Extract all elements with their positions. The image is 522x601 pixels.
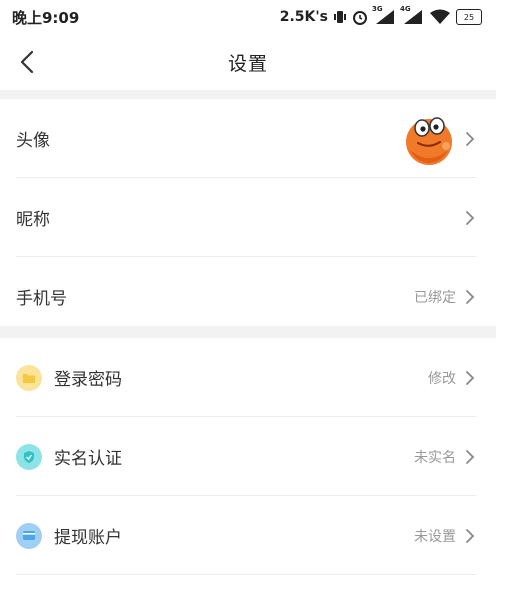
vibrate-icon xyxy=(334,11,346,23)
chevron-right-icon xyxy=(466,528,475,543)
chevron-right-icon xyxy=(466,210,475,225)
profile-section: 头像 昵称 手机号 已绑定 xyxy=(0,99,496,336)
nickname-row[interactable]: 昵称 xyxy=(0,178,496,257)
chevron-right-icon xyxy=(466,131,475,146)
account-section: 登录密码 修改 实名认证 未实名 提现账户 未设置 xyxy=(0,338,496,575)
withdraw-account-value: 未设置 xyxy=(414,528,456,545)
avatar-label: 头像 xyxy=(16,131,50,151)
phone-status: 已绑定 xyxy=(414,289,456,306)
folder-icon xyxy=(16,364,42,391)
divider xyxy=(16,574,476,575)
phone-row[interactable]: 手机号 已绑定 xyxy=(0,257,496,336)
nickname-label: 昵称 xyxy=(16,210,50,230)
battery-indicator: 25 xyxy=(456,9,482,25)
avatar[interactable] xyxy=(402,112,456,166)
section-gap xyxy=(0,90,496,99)
chevron-right-icon xyxy=(466,449,475,464)
phone-label: 手机号 xyxy=(16,289,67,309)
chevron-right-icon xyxy=(466,289,475,304)
real-name-row[interactable]: 实名认证 未实名 xyxy=(0,417,496,496)
login-password-row[interactable]: 登录密码 修改 xyxy=(0,338,496,417)
nav-bar: 设置 xyxy=(0,34,496,90)
network-speed: 2.5K's xyxy=(279,9,328,25)
back-arrow-icon[interactable] xyxy=(14,48,42,76)
avatar-row[interactable]: 头像 xyxy=(0,99,496,178)
real-name-label: 实名认证 xyxy=(54,449,122,469)
card-icon xyxy=(16,522,42,549)
signal-4g: 4G xyxy=(400,5,424,25)
page-title: 设置 xyxy=(227,52,268,75)
status-bar: 晚上9:09 2.5K's 3G 4G 25 xyxy=(0,0,496,34)
status-icons: 2.5K's 3G 4G 25 xyxy=(279,5,482,25)
chevron-right-icon xyxy=(466,370,475,385)
withdraw-account-row[interactable]: 提现账户 未设置 xyxy=(0,496,496,575)
status-time: 晚上9:09 xyxy=(12,8,80,27)
real-name-value: 未实名 xyxy=(414,449,456,466)
wifi-icon xyxy=(430,9,450,24)
shield-check-icon xyxy=(16,443,42,470)
login-password-label: 登录密码 xyxy=(54,370,122,390)
alarm-icon xyxy=(353,11,367,25)
signal-3g: 3G xyxy=(372,5,396,25)
section-gap xyxy=(0,326,496,338)
withdraw-account-label: 提现账户 xyxy=(54,528,122,548)
login-password-value: 修改 xyxy=(428,370,456,387)
